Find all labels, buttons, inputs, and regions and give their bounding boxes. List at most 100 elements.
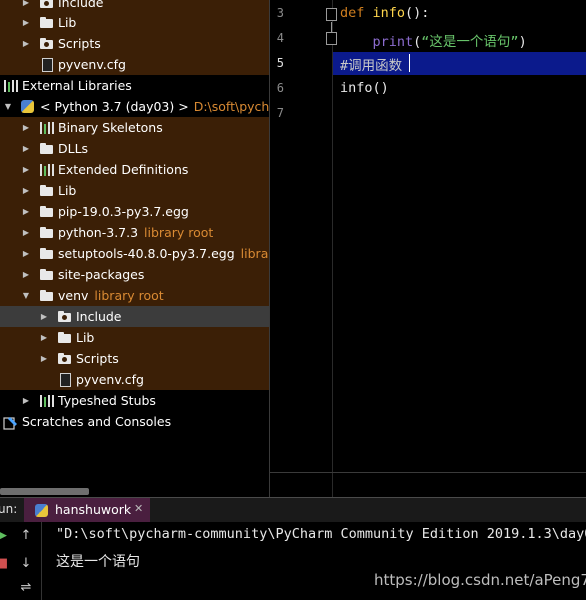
- tree-item-pip-egg[interactable]: ▶ pip-19.0.3-py3.7.egg: [0, 201, 269, 222]
- tree-item-pyvenv-cfg[interactable]: pyvenv.cfg: [0, 54, 269, 75]
- editor-gutter: 3 4 5 6 7: [270, 0, 337, 497]
- library-icon: [40, 394, 55, 407]
- sdk-path: D:\soft\pycharm-community: [193, 99, 269, 114]
- tree-item-label: python-3.7.3 library root: [58, 222, 213, 243]
- folder-icon: [40, 289, 55, 302]
- chevron-right-icon[interactable]: ▶: [39, 348, 49, 369]
- tree-item-label: pyvenv.cfg: [76, 372, 144, 387]
- tree-item-label: Lib: [58, 15, 77, 30]
- chevron-right-icon[interactable]: ▶: [21, 159, 31, 180]
- tree-item-extended-definitions[interactable]: ▶ Extended Definitions: [0, 159, 269, 180]
- horizontal-scrollbar[interactable]: [0, 488, 89, 495]
- run-console[interactable]: ▶ ↑ ■ ↓ ⇌ "D:\soft\pycharm-community\PyC…: [0, 522, 586, 600]
- line-number: 6: [276, 81, 284, 95]
- tree-item-site-packages[interactable]: ▶ site-packages: [0, 264, 269, 285]
- tree-item-label: Binary Skeletons: [58, 120, 163, 135]
- library-icon: [40, 121, 55, 134]
- library-root-hint: library root: [94, 288, 164, 303]
- tree-item-label: venv library root: [58, 285, 164, 306]
- tree-item-label: Extended Definitions: [58, 162, 189, 177]
- function-name: info: [372, 5, 406, 21]
- file-icon: [40, 58, 55, 72]
- watermark: https://blog.csdn.net/aPeng7: [374, 571, 586, 589]
- tree-item-binary-skeletons[interactable]: ▶ Binary Skeletons: [0, 117, 269, 138]
- builtin: print: [372, 34, 414, 50]
- chevron-right-icon[interactable]: ▶: [21, 12, 31, 33]
- tree-item-label: Typeshed Stubs: [58, 393, 156, 408]
- tree-item-label: Lib: [76, 330, 95, 345]
- folder-icon: [40, 16, 55, 29]
- library-icon: [40, 163, 55, 176]
- tree-item-venv[interactable]: ▼ venv library root: [0, 285, 269, 306]
- folder-icon: [40, 37, 55, 50]
- tree-item-label: Scratches and Consoles: [22, 414, 172, 429]
- console-output-line-1: "D:\soft\pycharm-community\PyCharm Commu…: [56, 526, 586, 542]
- text-caret: [409, 54, 410, 72]
- file-icon: [58, 373, 73, 387]
- run-tool-window-header: un: hanshuwork ✕: [0, 497, 586, 523]
- code-line-3: def info():: [340, 5, 429, 21]
- folder-icon: [40, 184, 55, 197]
- chevron-right-icon[interactable]: ▶: [21, 243, 31, 264]
- chevron-right-icon[interactable]: ▶: [39, 327, 49, 348]
- tree-item-venv-scripts[interactable]: ▶ Scripts: [0, 348, 269, 369]
- tree-item-venv-lib[interactable]: ▶ Lib: [0, 327, 269, 348]
- tree-item-label: site-packages: [58, 267, 145, 282]
- folder-name: python-3.7.3: [58, 225, 139, 240]
- folder-name: venv: [58, 288, 89, 303]
- code-editor[interactable]: 3 4 5 6 7 def info(): print(“这是一个语句”) #调…: [270, 0, 586, 497]
- tree-item-setuptools-egg[interactable]: ▶ setuptools-40.8.0-py3.7.egg library roo…: [0, 243, 269, 264]
- tree-item-venv-pyvenv-cfg[interactable]: pyvenv.cfg: [0, 369, 269, 390]
- library-root-hint: library root: [240, 246, 269, 261]
- tree-item-label: DLLs: [58, 141, 89, 156]
- library-icon: [4, 79, 19, 92]
- tree-item-venv-include[interactable]: ▶ Include: [0, 306, 269, 327]
- fold-end-icon[interactable]: [326, 32, 337, 45]
- chevron-right-icon[interactable]: ▶: [21, 390, 31, 411]
- tree-item-python-373[interactable]: ▶ python-3.7.3 library root: [0, 222, 269, 243]
- line-number: 4: [276, 31, 284, 45]
- tree-item-label: Include: [76, 309, 122, 324]
- close-icon[interactable]: ✕: [134, 502, 143, 515]
- chevron-right-icon[interactable]: ▶: [21, 117, 31, 138]
- tree-item-label: Lib: [58, 183, 77, 198]
- scroll-up-icon[interactable]: ↑: [18, 528, 34, 544]
- tree-item-label: < Python 3.7 (day03) > D:\soft\pycharm-co…: [40, 96, 269, 117]
- tree-item-python-sdk[interactable]: ▼ < Python 3.7 (day03) > D:\soft\pycharm-…: [0, 96, 269, 117]
- tree-item-scripts[interactable]: ▶ Scripts: [0, 33, 269, 54]
- chevron-right-icon[interactable]: ▶: [39, 306, 49, 327]
- folder-icon: [40, 142, 55, 155]
- soft-wrap-icon[interactable]: ⇌: [18, 580, 34, 596]
- tree-item-typeshed-stubs[interactable]: ▶ Typeshed Stubs: [0, 390, 269, 411]
- chevron-down-icon[interactable]: ▼: [3, 96, 13, 117]
- chevron-down-icon[interactable]: ▼: [21, 285, 31, 306]
- tree-item-external-libraries[interactable]: External Libraries: [0, 75, 269, 96]
- chevron-right-icon[interactable]: ▶: [21, 222, 31, 243]
- string-literal: “这是一个语句”: [421, 34, 519, 50]
- tree-item-scratches[interactable]: Scratches and Consoles: [0, 411, 269, 432]
- chevron-right-icon[interactable]: ▶: [21, 180, 31, 201]
- scroll-down-icon[interactable]: ↓: [18, 556, 34, 572]
- folder-icon: [58, 352, 73, 365]
- rerun-icon[interactable]: ▶: [0, 528, 10, 544]
- run-tab-label: hanshuwork: [55, 502, 132, 517]
- tree-item-lib[interactable]: ▶ Lib: [0, 12, 269, 33]
- chevron-right-icon[interactable]: ▶: [21, 201, 31, 222]
- stop-icon[interactable]: ■: [0, 556, 10, 572]
- tree-item-label: pyvenv.cfg: [58, 57, 126, 72]
- chevron-right-icon[interactable]: ▶: [21, 264, 31, 285]
- line-number: 3: [276, 6, 284, 20]
- code-line-5: #调用函数: [340, 58, 403, 74]
- chevron-right-icon[interactable]: ▶: [21, 138, 31, 159]
- run-tab-hanshuwork[interactable]: hanshuwork ✕: [24, 498, 150, 523]
- tree-item-label: External Libraries: [22, 78, 132, 93]
- code-punct: ): [518, 34, 527, 50]
- folder-icon: [58, 331, 73, 344]
- chevron-right-icon[interactable]: ▶: [21, 33, 31, 54]
- tree-item-lib[interactable]: ▶ Lib: [0, 180, 269, 201]
- console-output-line-2: 这是一个语句: [56, 554, 140, 570]
- sdk-name: < Python 3.7 (day03) >: [40, 99, 189, 114]
- fold-start-icon[interactable]: [326, 8, 337, 21]
- keyword: def: [340, 5, 365, 21]
- tree-item-dlls[interactable]: ▶ DLLs: [0, 138, 269, 159]
